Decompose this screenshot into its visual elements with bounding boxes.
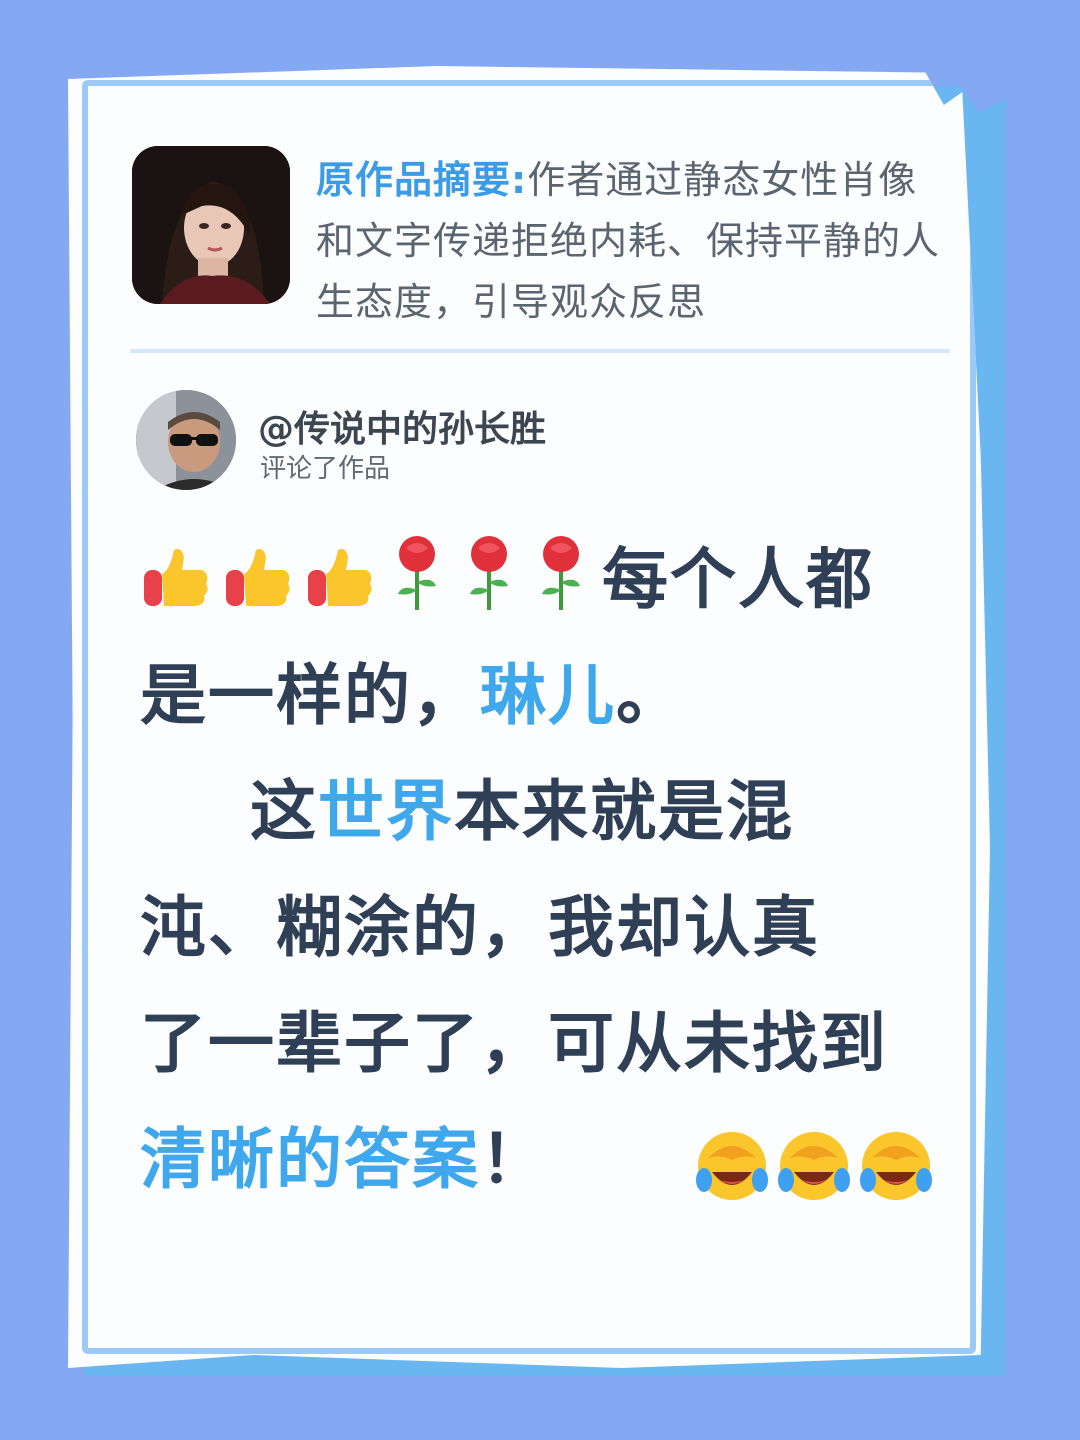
comment-body: 每个人都 是一样的，琳儿。 这世界本来就是混 沌、糊涂的，我却认真 了一辈子了，… [140,522,940,1218]
laughing-crying-face-icon [858,1124,934,1240]
comment-text: 这 [250,773,318,850]
comment-highlight: 清晰的答案 [140,1121,480,1198]
comment-text: 了一辈子了，可从未找到 [140,1005,888,1082]
laughing-crying-face-icon [776,1124,852,1240]
avatar[interactable] [136,390,236,490]
work-cover-thumbnail[interactable] [132,146,290,304]
commenter-username[interactable]: @传说中的孙长胜 [258,400,546,452]
rose-icon [458,532,520,648]
comment-line-6: 清晰的答案！ [140,1102,940,1218]
summary-text: 原作品摘要:作者通过静态女性肖像和文字传递拒绝内耗、保持平静的人生态度，引导观众… [316,150,952,333]
thumbs-up-icon [304,532,376,648]
comment-line-3: 这世界本来就是混 [140,754,940,870]
comment-action-label: 评论了作品 [260,454,391,484]
comment-line-2: 是一样的，琳儿。 [140,638,940,754]
laughing-crying-face-icon [694,1124,770,1240]
comment-highlight: 琳儿 [480,657,616,734]
comment-line-1: 每个人都 [140,522,940,638]
commenter-photo [136,390,236,490]
comment-text: 沌、糊涂的，我却认真 [140,889,820,966]
original-work-summary: 原作品摘要:作者通过静态女性肖像和文字传递拒绝内耗、保持平静的人生态度，引导观众… [132,146,952,324]
rose-icon [530,532,592,648]
rose-icon [386,532,448,648]
comment-highlight: 世界 [318,773,454,850]
comment-text: 是一样的， [140,657,480,734]
thumbs-up-icon [140,532,212,648]
divider [130,349,950,353]
thumbs-up-icon [222,532,294,648]
comment-text: 每个人都 [602,541,874,618]
comment-line-5: 了一辈子了，可从未找到 [140,986,940,1102]
comment-line-4: 沌、糊涂的，我却认真 [140,870,940,986]
commenter-header: @传说中的孙长胜 评论了作品 [136,390,736,490]
summary-label: 原作品摘要: [316,158,528,202]
comment-text: 本来就是混 [454,773,794,850]
comment-text: ！ [480,1121,548,1198]
emoji-group [694,1114,940,1240]
comment-text: 。 [616,657,684,734]
portrait-image [132,146,290,304]
